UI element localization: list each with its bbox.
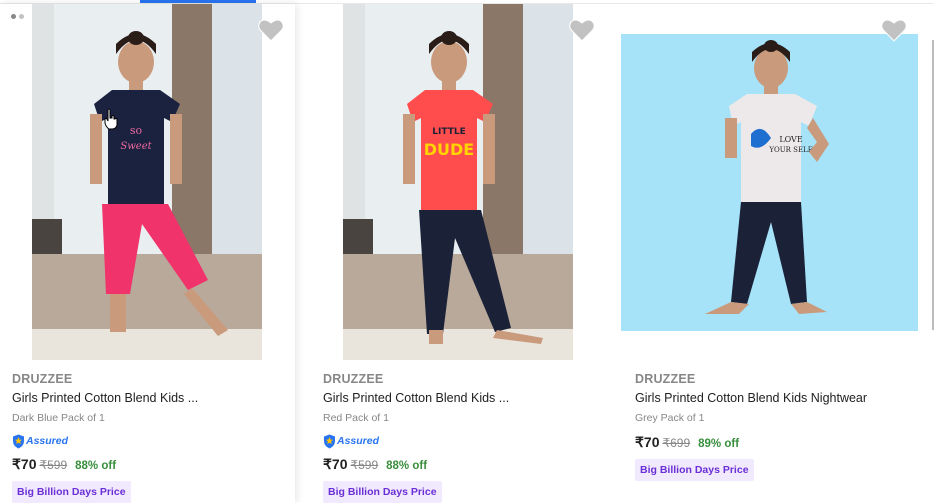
price-row: ₹70 ₹599 88% off xyxy=(323,456,613,474)
svg-text:Sweet: Sweet xyxy=(120,141,152,152)
product-photo: LOVE YOUR SELF xyxy=(621,34,918,331)
heart-icon[interactable] xyxy=(258,18,284,42)
product-info: DRUZZEE Girls Printed Cotton Blend Kids … xyxy=(635,372,925,481)
original-price: ₹699 xyxy=(662,436,691,450)
offer-tag[interactable]: Big Billion Days Price xyxy=(323,481,442,503)
product-photo: so Sweet xyxy=(32,4,262,360)
svg-text:YOUR SELF: YOUR SELF xyxy=(768,146,812,154)
product-info: DRUZZEE Girls Printed Cotton Blend Kids … xyxy=(12,372,302,503)
original-price: ₹599 xyxy=(39,458,68,472)
product-brand: DRUZZEE xyxy=(12,372,73,386)
svg-text:LOVE: LOVE xyxy=(779,135,803,144)
discount-percent: 89% off xyxy=(698,438,740,450)
product-variant: Red Pack of 1 xyxy=(323,412,389,424)
assured-badge: Assured xyxy=(323,433,613,449)
assured-label: Assured xyxy=(337,435,380,447)
product-image[interactable]: LITTLE DUDE xyxy=(343,4,573,360)
heart-icon[interactable] xyxy=(881,18,907,42)
assured-badge: Assured xyxy=(12,433,302,449)
price-row: ₹70 ₹699 89% off xyxy=(635,434,925,452)
image-carousel-dots[interactable] xyxy=(11,14,24,19)
product-photo: LITTLE DUDE xyxy=(343,4,573,360)
product-brand: DRUZZEE xyxy=(635,372,696,386)
product-title[interactable]: Girls Printed Cotton Blend Kids ... xyxy=(12,391,302,408)
selling-price: ₹70 xyxy=(635,434,660,450)
assured-label: Assured xyxy=(26,435,69,447)
active-tab-indicator xyxy=(140,0,256,3)
svg-text:LITTLE: LITTLE xyxy=(432,127,465,137)
heart-icon[interactable] xyxy=(569,18,595,42)
product-card-1[interactable]: so Sweet DRUZZEE Girls Printed Cotton Bl… xyxy=(0,4,295,503)
product-variant: Grey Pack of 1 xyxy=(635,412,705,424)
product-card-2[interactable]: LITTLE DUDE DRUZZEE Girls Printed Cotton… xyxy=(311,4,622,503)
carousel-dot[interactable] xyxy=(19,14,24,19)
hand-pointer-icon xyxy=(104,108,118,130)
discount-percent: 88% off xyxy=(75,460,117,472)
offer-tag[interactable]: Big Billion Days Price xyxy=(12,481,131,503)
selling-price: ₹70 xyxy=(12,456,37,472)
discount-percent: 88% off xyxy=(386,460,428,472)
price-row: ₹70 ₹599 88% off xyxy=(12,456,302,474)
offer-tag[interactable]: Big Billion Days Price xyxy=(635,459,754,481)
selling-price: ₹70 xyxy=(323,456,348,472)
product-title[interactable]: Girls Printed Cotton Blend Kids ... xyxy=(323,391,613,408)
svg-text:DUDE: DUDE xyxy=(424,140,474,159)
product-title[interactable]: Girls Printed Cotton Blend Kids Nightwea… xyxy=(635,391,925,408)
original-price: ₹599 xyxy=(350,458,379,472)
svg-text:so: so xyxy=(130,124,143,137)
product-image[interactable]: LOVE YOUR SELF xyxy=(621,34,918,331)
shield-icon xyxy=(324,434,335,448)
carousel-dot[interactable] xyxy=(11,14,16,19)
product-brand: DRUZZEE xyxy=(323,372,384,386)
product-info: DRUZZEE Girls Printed Cotton Blend Kids … xyxy=(323,372,613,503)
product-card-3[interactable]: LOVE YOUR SELF DRUZZEE Girls Printed Cot… xyxy=(621,4,933,503)
product-image[interactable]: so Sweet xyxy=(32,4,262,360)
product-variant: Dark Blue Pack of 1 xyxy=(12,412,105,424)
shield-icon xyxy=(13,434,24,448)
